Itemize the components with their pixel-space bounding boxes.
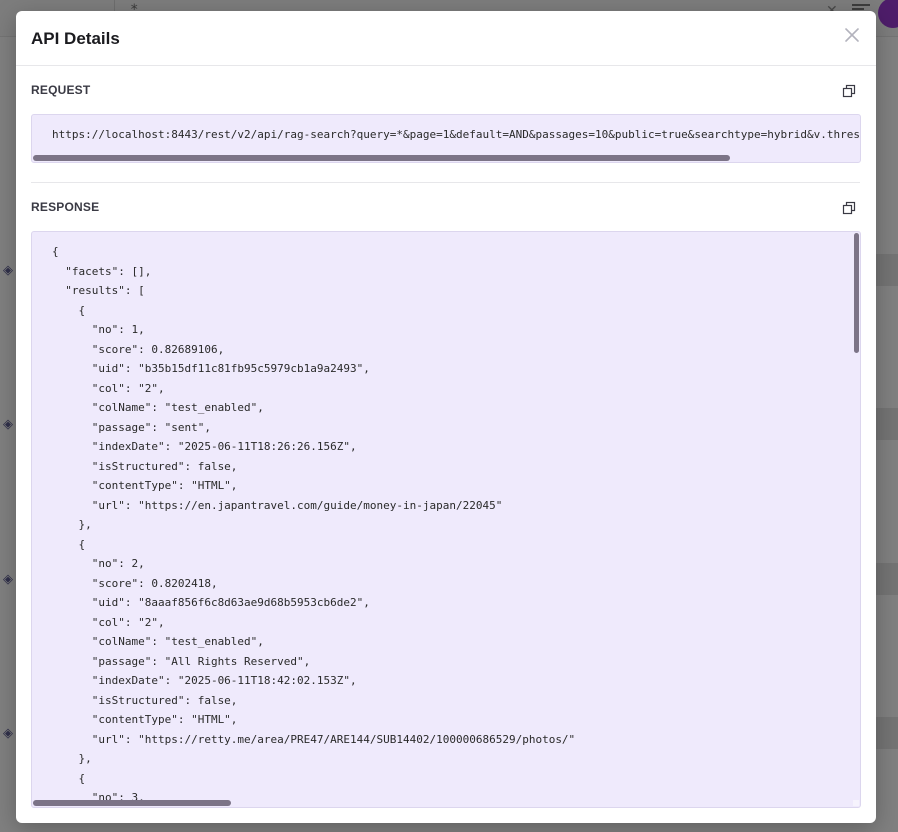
response-json-line: "colName": "test_enabled", (52, 401, 264, 414)
response-json-line: "score": 0.8202418, (52, 576, 218, 590)
background-layers-icon: ◈ (3, 725, 13, 740)
response-json-line: "passage": "All Rights Reserved", (52, 654, 311, 668)
response-json-line: "results": [ (52, 284, 145, 297)
request-label: REQUEST (31, 83, 91, 97)
response-json-line: "url": "https://retty.me/area/PRE47/ARE1… (52, 732, 576, 746)
api-details-modal: API Details REQUEST https://localhost:84… (16, 11, 876, 823)
close-icon[interactable] (842, 25, 862, 45)
response-json-line: { (52, 537, 86, 551)
copy-icon[interactable] (842, 84, 856, 98)
response-json-line: "indexDate": "2025-06-11T18:42:02.153Z", (52, 674, 357, 687)
response-json-line: "url": "https://en.japantravel.com/guide… (52, 498, 503, 512)
background-layers-icon: ◈ (3, 571, 13, 586)
response-json-box[interactable]: { "facets": [], "results": [ { "no": 1, … (31, 231, 861, 808)
response-json-line: "col": "2", (52, 381, 165, 395)
scrollbar-corner (853, 800, 859, 806)
modal-title: API Details (31, 29, 120, 48)
response-json-line: "isStructured": false, (52, 459, 238, 473)
copy-icon[interactable] (842, 201, 856, 215)
response-json-line: "facets": [], (52, 264, 152, 278)
response-json-line: "uid": "8aaaf856f6c8d63ae9d68b5953cb6de2… (52, 596, 370, 609)
background-layers-icon: ◈ (3, 262, 13, 277)
response-json-line: "indexDate": "2025-06-11T18:26:26.156Z", (52, 440, 357, 453)
response-horizontal-scrollbar[interactable] (32, 799, 860, 807)
response-json-line: "col": "2", (52, 615, 165, 629)
request-scrollbar[interactable] (32, 154, 860, 162)
response-json-line: "contentType": "HTML", (52, 479, 238, 492)
response-json-line: "contentType": "HTML", (52, 713, 238, 726)
response-json-line: "no": 2, (52, 557, 145, 570)
response-json-line: "colName": "test_enabled", (52, 635, 264, 648)
response-json-line: { (52, 303, 86, 317)
response-json-line: }, (52, 752, 92, 765)
request-url: https://localhost:8443/rest/v2/api/rag-s… (52, 128, 861, 141)
response-json-line: { (52, 771, 86, 785)
section-divider (31, 182, 860, 183)
response-json-line: "score": 0.82689106, (52, 342, 225, 356)
response-json-line: { (52, 245, 59, 258)
request-scrollbar-thumb[interactable] (33, 155, 730, 161)
background-row-band (876, 563, 898, 595)
response-json-line: "passage": "sent", (52, 420, 211, 434)
response-scrollbar-thumb[interactable] (33, 800, 231, 806)
response-vertical-scrollbar[interactable] (854, 233, 859, 353)
response-json-line: "uid": "b35b15df11c81fb95c5979cb1a9a2493… (52, 362, 370, 375)
response-json-line: }, (52, 518, 92, 531)
request-url-box[interactable]: https://localhost:8443/rest/v2/api/rag-s… (31, 114, 861, 163)
response-label: RESPONSE (31, 200, 100, 214)
response-json-line: "isStructured": false, (52, 693, 238, 707)
background-row-band (876, 254, 898, 286)
response-json: { "facets": [], "results": [ { "no": 1, … (52, 242, 576, 807)
response-json-line: "no": 1, (52, 323, 145, 336)
modal-header: API Details (16, 11, 876, 66)
background-layers-icon: ◈ (3, 416, 13, 431)
background-row-band (876, 717, 898, 749)
background-row-band (876, 408, 898, 440)
